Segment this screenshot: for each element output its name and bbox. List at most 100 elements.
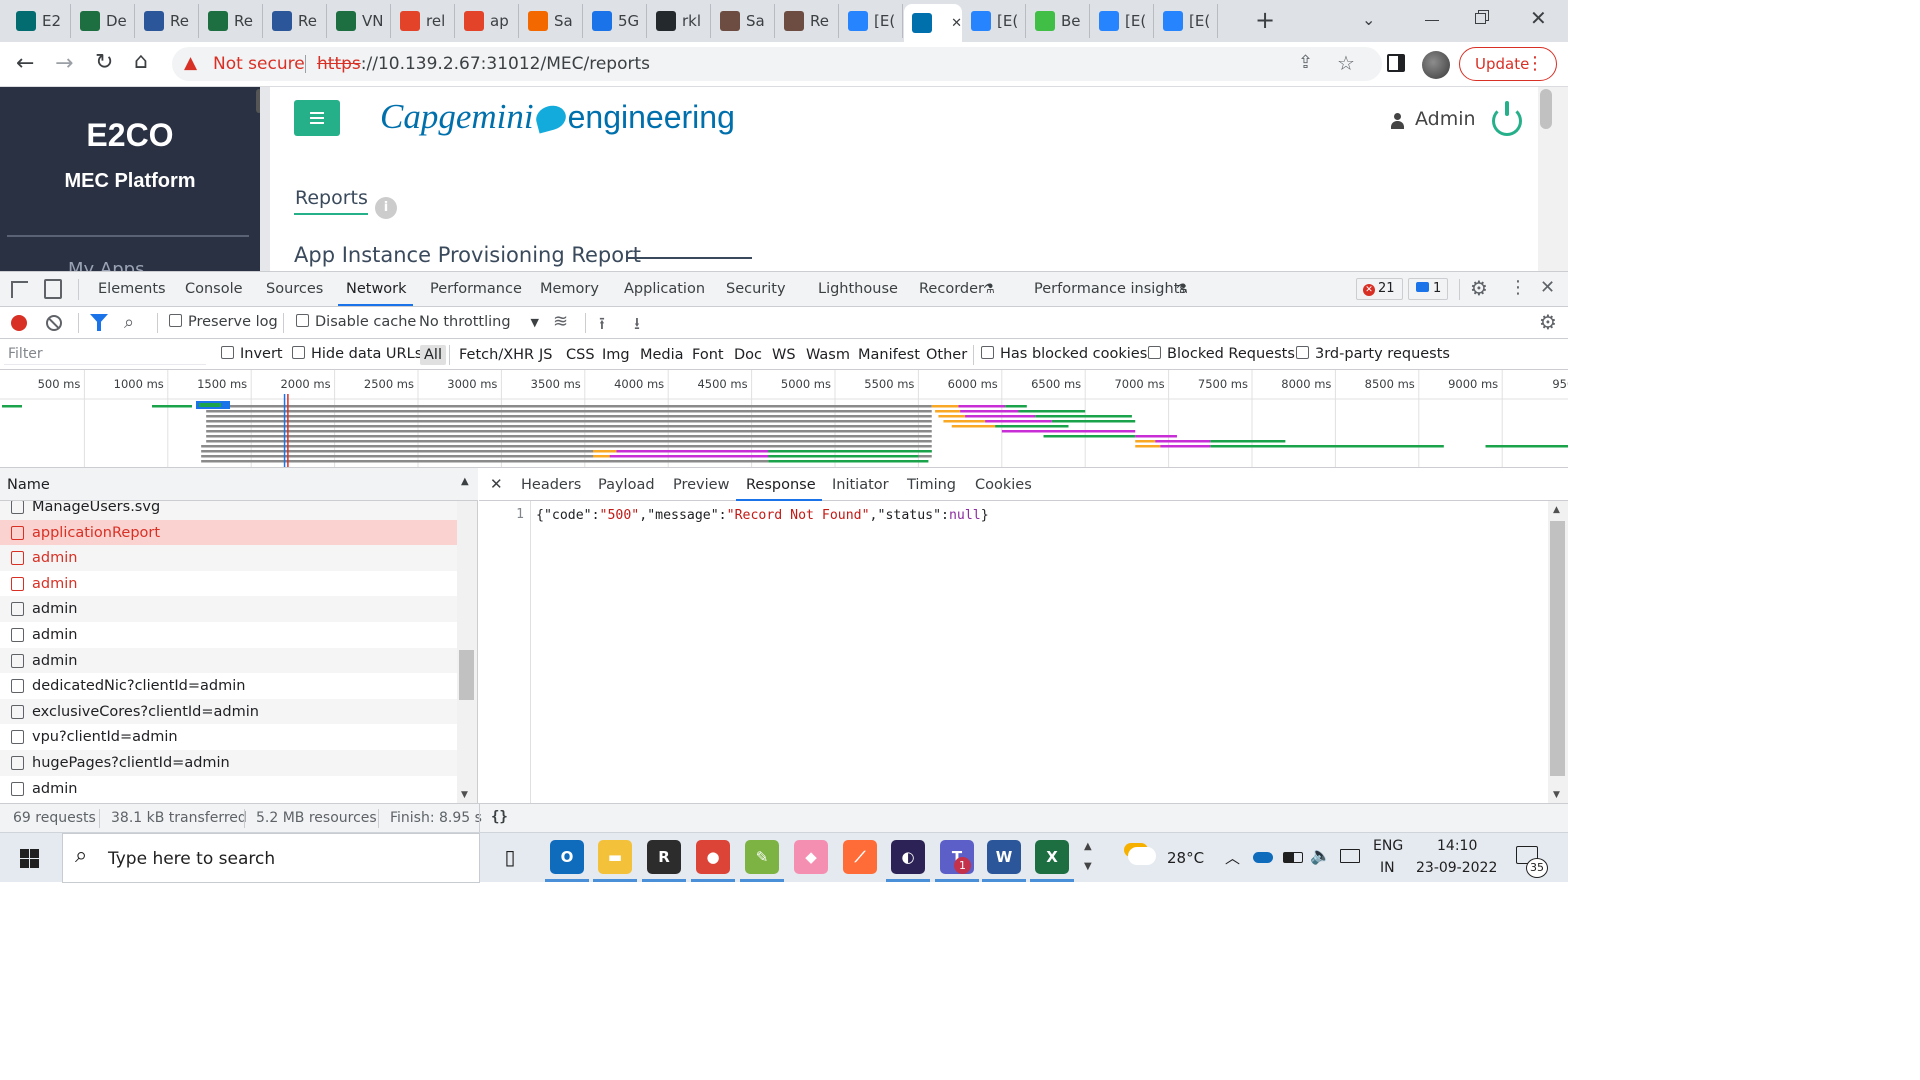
r-app-icon[interactable]: R (647, 840, 681, 874)
type-filter-font[interactable]: Font (692, 347, 724, 363)
type-filter-doc[interactable]: Doc (734, 347, 762, 363)
clock-time[interactable]: 14:10 (1437, 838, 1477, 854)
has-blocked-cookies-checkbox[interactable]: Has blocked cookies (981, 346, 1147, 362)
devtools-tab-sources[interactable]: Sources (266, 281, 323, 297)
weather-icon[interactable] (1128, 847, 1156, 865)
disable-cache-checkbox[interactable]: Disable cache (296, 314, 416, 330)
devtools-tab-performance[interactable]: Performance (430, 281, 522, 297)
restore-button[interactable] (1474, 8, 1492, 26)
file-explorer-icon[interactable]: ▬ (598, 840, 632, 874)
onedrive-icon[interactable] (1253, 852, 1273, 863)
third-party-box[interactable] (1296, 346, 1309, 359)
notepad-icon[interactable]: ✎ (745, 840, 779, 874)
hide-data-urls-checkbox[interactable]: Hide data URLs (292, 346, 422, 362)
detail-tab-timing[interactable]: Timing (907, 477, 956, 493)
network-icon[interactable] (1340, 849, 1360, 863)
request-row[interactable]: dedicatedNic?clientId=admin (0, 673, 457, 700)
request-row[interactable]: admin (0, 775, 457, 802)
type-filter-ws[interactable]: WS (772, 347, 796, 363)
close-window-button[interactable]: ✕ (1530, 6, 1547, 30)
url-text[interactable]: https://10.139.2.67:31012/MEC/reports (317, 54, 650, 74)
browser-tab[interactable]: [E( (1091, 4, 1154, 38)
request-row[interactable]: ManageUsers.svg (0, 501, 457, 520)
message-badge[interactable]: 1 (1408, 278, 1448, 300)
reload-button[interactable]: ↻ (95, 50, 113, 75)
share-icon[interactable]: ⇪ (1298, 52, 1313, 73)
notification-count[interactable]: 35 (1526, 858, 1548, 878)
chrome-icon[interactable]: ● (696, 840, 730, 874)
request-row[interactable]: admin (0, 545, 457, 572)
tray-chevron-icon[interactable]: ︿ (1225, 847, 1240, 868)
scroll-up-icon[interactable]: ▲ (1553, 505, 1560, 515)
browser-tab[interactable]: Be (1027, 4, 1090, 38)
network-overview[interactable]: 500 ms 1000 ms 1500 ms 2000 ms 2500 ms 3000 m… (0, 370, 1568, 468)
request-row[interactable]: admin (0, 596, 457, 623)
preserve-log-box[interactable] (169, 314, 182, 327)
volume-icon[interactable]: 🔈 (1310, 846, 1331, 866)
throttling-select[interactable]: No throttling ▼ (419, 314, 539, 330)
disable-cache-box[interactable] (296, 314, 309, 327)
reports-tab[interactable]: Reports (295, 187, 368, 209)
blocked-requests-box[interactable] (1148, 346, 1161, 359)
task-view-icon[interactable]: ▯ (493, 840, 527, 874)
request-row[interactable]: hugePages?clientId=admin (0, 750, 457, 776)
has-blocked-cookies-box[interactable] (981, 346, 994, 359)
devtools-settings-icon[interactable]: ⚙ (1470, 276, 1488, 300)
type-filter-wasm[interactable]: Wasm (806, 347, 850, 363)
devtools-tab-performance-insights[interactable]: Performance insights (1034, 281, 1187, 297)
request-row[interactable]: applicationReport (0, 519, 457, 546)
update-button[interactable]: Update ⋮ (1459, 47, 1557, 81)
response-body[interactable]: {"code":"500","message":"Record Not Foun… (536, 508, 989, 523)
detail-tab-payload[interactable]: Payload (598, 477, 655, 493)
bookmark-star-icon[interactable]: ☆ (1337, 51, 1355, 75)
browser-tab[interactable]: Re (776, 4, 839, 38)
clock-date[interactable]: 23-09-2022 (1416, 860, 1497, 876)
devtools-close-icon[interactable]: ✕ (1540, 277, 1555, 298)
devtools-tab-recorder[interactable]: Recorder (919, 281, 984, 297)
overview-waterfall[interactable]: 500 ms 1000 ms 1500 ms 2000 ms 2500 ms 3000 m… (0, 370, 1568, 468)
browser-tab[interactable]: [E( (1155, 4, 1218, 38)
user-name[interactable]: Admin (1415, 108, 1476, 130)
taskbar-search-box[interactable]: ⌕ Type here to search (62, 833, 480, 883)
request-row[interactable]: admin (0, 622, 457, 648)
browser-tab[interactable]: rel (392, 4, 455, 38)
browser-tab[interactable]: VN (328, 4, 391, 38)
devtools-tab-console[interactable]: Console (185, 281, 243, 297)
side-panel-icon[interactable] (1387, 54, 1405, 72)
devtools-tab-memory[interactable]: Memory (540, 281, 599, 297)
search-icon[interactable]: ⌕ (124, 312, 134, 333)
type-filter-manifest[interactable]: Manifest (858, 347, 920, 363)
info-icon[interactable]: i (375, 197, 397, 219)
browser-tab[interactable]: De (72, 4, 135, 38)
home-button[interactable]: ⌂ (134, 49, 148, 74)
type-filter-all[interactable]: All (420, 345, 446, 365)
devtools-tab-network[interactable]: Network (346, 281, 407, 297)
third-party-checkbox[interactable]: 3rd-party requests (1296, 346, 1450, 362)
request-list-scrollbar[interactable]: ▼ (457, 501, 477, 803)
invert-checkbox[interactable]: Invert (221, 346, 283, 362)
excel-icon[interactable]: X (1035, 840, 1069, 874)
warning-icon[interactable]: ▲ (184, 53, 197, 73)
detail-tab-cookies[interactable]: Cookies (975, 477, 1032, 493)
request-row[interactable]: exclusiveCores?clientId=admin (0, 698, 457, 725)
close-detail-icon[interactable]: ✕ (490, 475, 503, 493)
detail-tab-response[interactable]: Response (746, 477, 816, 493)
profile-avatar[interactable] (1422, 51, 1450, 79)
clear-icon[interactable] (46, 315, 62, 331)
type-filter-media[interactable]: Media (640, 347, 684, 363)
type-filter-img[interactable]: Img (602, 347, 630, 363)
eclipse-icon[interactable]: ◐ (891, 840, 925, 874)
temperature[interactable]: 28°C (1167, 849, 1204, 867)
battery-icon[interactable] (1283, 852, 1303, 863)
power-button-icon[interactable] (1492, 101, 1522, 136)
page-scrollbar[interactable] (1538, 87, 1568, 271)
word-icon[interactable]: W (987, 840, 1021, 874)
blocked-requests-checkbox[interactable]: Blocked Requests (1148, 346, 1295, 362)
detail-tab-headers[interactable]: Headers (521, 477, 581, 493)
browser-tab-active[interactable]: ✕ (904, 4, 962, 42)
language-label[interactable]: ENG (1373, 838, 1403, 854)
type-filter-fetchxhr[interactable]: Fetch/XHR (459, 347, 534, 363)
request-row[interactable]: admin (0, 647, 457, 674)
browser-tab[interactable]: Re (200, 4, 263, 38)
export-har-icon[interactable]: ⭳ (634, 311, 640, 340)
